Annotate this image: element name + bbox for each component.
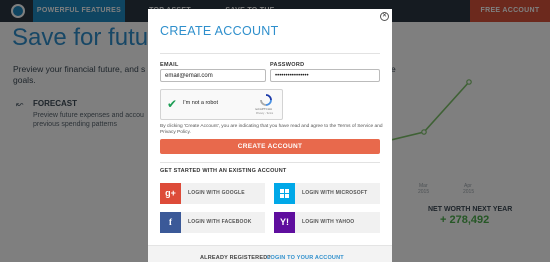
recaptcha-icon (260, 94, 272, 106)
login-facebook-label: LOGIN WITH FACEBOOK (188, 219, 252, 225)
yahoo-icon: Y! (274, 212, 295, 233)
create-account-button[interactable]: CREATE ACCOUNT (160, 139, 380, 154)
recaptcha-widget: ✔ I'm not a robot reCAPTCHA Privacy - Te… (160, 89, 283, 120)
already-registered-text: ALREADY REGISTERED? (200, 255, 271, 261)
facebook-icon: f (160, 212, 181, 233)
recaptcha-links[interactable]: Privacy - Terms (256, 112, 273, 115)
email-label: EMAIL (160, 62, 179, 68)
windows-icon (274, 183, 295, 204)
email-field[interactable] (160, 69, 266, 82)
password-label: PASSWORD (270, 62, 305, 68)
login-google-button[interactable]: g+ LOGIN WITH GOOGLE (160, 183, 265, 204)
login-yahoo-button[interactable]: Y! LOGIN WITH YAHOO (274, 212, 380, 233)
login-yahoo-label: LOGIN WITH YAHOO (302, 219, 355, 225)
divider (160, 53, 380, 54)
recaptcha-label: I'm not a robot (183, 100, 218, 106)
divider (160, 162, 380, 163)
modal-footer: ALREADY REGISTERED? LOGIN TO YOUR ACCOUN… (148, 245, 392, 262)
recaptcha-brand: reCAPTCHA (255, 107, 273, 111)
terms-text: By clicking 'Create Account', you are in… (160, 124, 383, 135)
login-link[interactable]: LOGIN TO YOUR ACCOUNT (267, 255, 344, 261)
login-microsoft-button[interactable]: LOGIN WITH MICROSOFT (274, 183, 380, 204)
login-facebook-button[interactable]: f LOGIN WITH FACEBOOK (160, 212, 265, 233)
close-icon[interactable]: ✕ (380, 12, 389, 21)
existing-account-heading: GET STARTED WITH AN EXISTING ACCOUNT (160, 168, 287, 174)
password-field[interactable] (270, 69, 380, 82)
google-icon: g+ (160, 183, 181, 204)
login-microsoft-label: LOGIN WITH MICROSOFT (302, 190, 368, 196)
modal-title: CREATE ACCOUNT (160, 24, 279, 38)
create-account-modal: ✕ CREATE ACCOUNT EMAIL PASSWORD ✔ I'm no… (148, 9, 392, 262)
login-google-label: LOGIN WITH GOOGLE (188, 190, 245, 196)
check-icon[interactable]: ✔ (167, 97, 177, 111)
